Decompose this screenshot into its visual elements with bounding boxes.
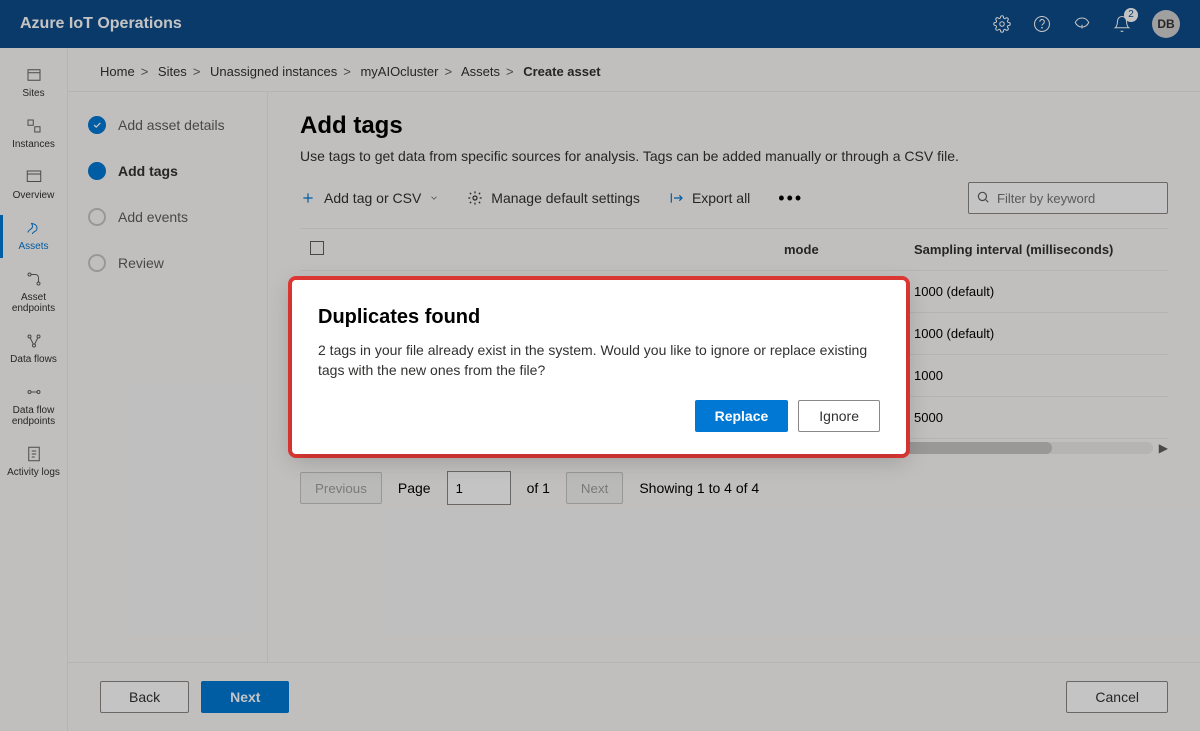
replace-button[interactable]: Replace	[695, 400, 789, 432]
dialog-body: 2 tags in your file already exist in the…	[318, 341, 880, 380]
duplicates-dialog: Duplicates found 2 tags in your file alr…	[292, 280, 906, 454]
ignore-button[interactable]: Ignore	[798, 400, 880, 432]
dialog-highlight: Duplicates found 2 tags in your file alr…	[288, 276, 910, 458]
dialog-title: Duplicates found	[318, 306, 880, 329]
